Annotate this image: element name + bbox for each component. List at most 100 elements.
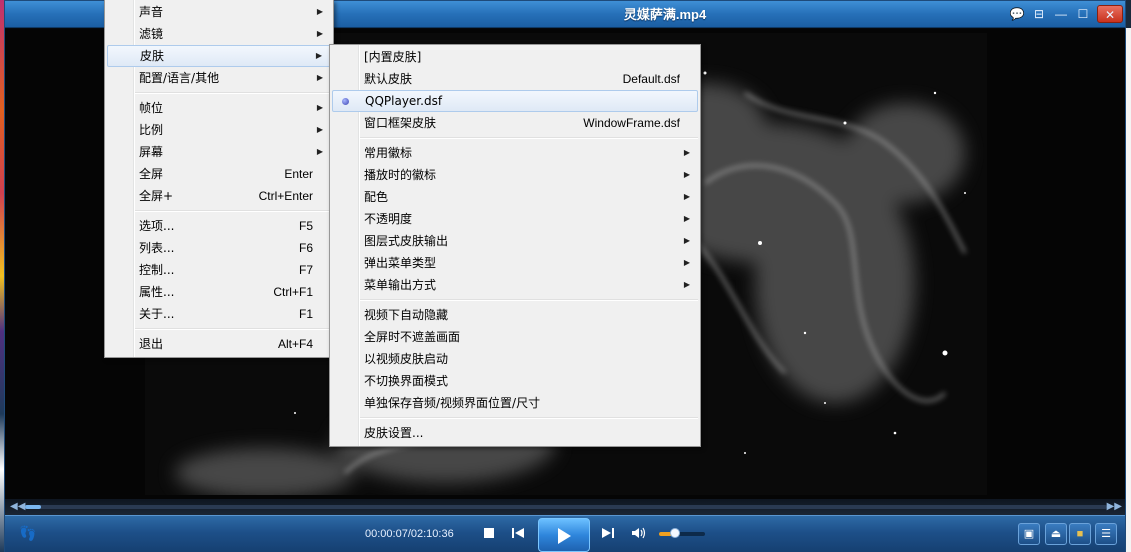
menu-separator [135, 328, 331, 330]
main-menu-item[interactable]: 皮肤 ▶ [107, 45, 331, 67]
menu-item-label: 图层式皮肤输出 [364, 234, 449, 248]
menu-item-label: 屏幕 [139, 145, 164, 159]
playlist-icon[interactable]: ☰ [1095, 523, 1117, 545]
skin-menu-item[interactable]: 弹出菜单类型 ▶ [332, 252, 698, 274]
menu-item-shortcut: F6 [298, 241, 313, 255]
seek-bar[interactable]: ◀◀ ▶▶ [5, 499, 1125, 515]
submenu-arrow-icon: ▶ [683, 170, 690, 179]
skin-menu-item[interactable]: 播放时的徽标 ▶ [332, 164, 698, 186]
skin-submenu: [内置皮肤] 默认皮肤 Default.dsf QQPlayer.dsf 窗口框架皮肤 W… [329, 44, 701, 447]
play-button[interactable] [538, 518, 590, 552]
menu-item-label: 弹出菜单类型 [364, 256, 437, 270]
color-settings-icon[interactable]: ■ [1069, 523, 1091, 545]
skin-menu-item[interactable]: 皮肤设置... [332, 422, 698, 444]
menu-item-label: 声音 [139, 5, 164, 19]
menu-separator [135, 210, 331, 212]
main-menu-item[interactable]: 关于... F1 [107, 303, 331, 325]
menu-item-label: 视频下自动隐藏 [364, 308, 449, 322]
skin-menu-item[interactable]: 单独保存音频/视频界面位置/尺寸 [332, 392, 698, 414]
compact-mode-icon[interactable]: ⊟ [1029, 5, 1049, 23]
screenshot-icon[interactable]: ▣ [1018, 523, 1040, 545]
seek-back-icon[interactable]: ◀◀ [10, 500, 25, 514]
seek-forward-icon[interactable]: ▶▶ [1107, 500, 1122, 514]
menu-item-shortcut: F1 [298, 307, 313, 321]
menu-separator [360, 137, 698, 139]
submenu-arrow-icon: ▶ [316, 73, 323, 82]
eject-icon[interactable]: ⏏ [1045, 523, 1067, 545]
main-menu-item[interactable]: 属性... Ctrl+F1 [107, 281, 331, 303]
menu-item-label: 单独保存音频/视频界面位置/尺寸 [364, 396, 541, 410]
main-menu-item[interactable]: 选项... F5 [107, 215, 331, 237]
volume-slider[interactable] [659, 528, 705, 538]
main-menu-item[interactable]: 比例 ▶ [107, 119, 331, 141]
stop-icon[interactable] [483, 527, 495, 542]
main-menu-item[interactable]: 全屏 Enter [107, 163, 331, 185]
submenu-arrow-icon: ▶ [683, 214, 690, 223]
main-menu-item[interactable]: 全屏+ Ctrl+Enter [107, 185, 331, 207]
chat-icon[interactable]: 💬 [1007, 5, 1027, 23]
skin-menu-item[interactable]: 以视频皮肤启动 [332, 348, 698, 370]
menu-item-label: 选项... [139, 219, 175, 233]
menu-item-shortcut: F7 [298, 263, 313, 277]
menu-item-label: 关于... [139, 307, 175, 321]
skin-menu-item[interactable]: [内置皮肤] [332, 46, 698, 68]
radio-selected-icon [342, 98, 349, 105]
menu-item-label: 配色 [364, 190, 389, 204]
skin-menu-item[interactable]: 视频下自动隐藏 [332, 304, 698, 326]
main-menu-item[interactable]: 帧位 ▶ [107, 97, 331, 119]
main-menu-item[interactable]: 控制... F7 [107, 259, 331, 281]
menu-item-label: 以视频皮肤启动 [364, 352, 449, 366]
main-menu-item[interactable]: 退出 Alt+F4 [107, 333, 331, 355]
menu-item-label: 控制... [139, 263, 175, 277]
submenu-arrow-icon: ▶ [683, 192, 690, 201]
skin-menu-item[interactable]: 图层式皮肤输出 ▶ [332, 230, 698, 252]
menu-item-label: 不透明度 [364, 212, 413, 226]
menu-item-label: 播放时的徽标 [364, 168, 437, 182]
menu-item-label: 帧位 [139, 101, 164, 115]
menu-item-label: 属性... [139, 285, 175, 299]
skin-menu-item[interactable]: QQPlayer.dsf [332, 90, 698, 112]
menu-item-label: 窗口框架皮肤 [364, 116, 437, 130]
skin-menu-item[interactable]: 常用徽标 ▶ [332, 142, 698, 164]
main-menu-item[interactable]: 列表... F6 [107, 237, 331, 259]
main-menu-item[interactable]: 滤镜 ▶ [107, 23, 331, 45]
menu-item-label: 全屏+ [139, 189, 174, 203]
menu-item-label: 默认皮肤 [364, 72, 413, 86]
close-icon[interactable]: ✕ [1097, 5, 1123, 23]
menu-item-shortcut: WindowFrame.dsf [583, 116, 680, 130]
play-icon [558, 528, 571, 544]
volume-icon[interactable] [631, 527, 647, 542]
menu-item-shortcut: Default.dsf [622, 72, 680, 86]
main-menu-item[interactable]: 声音 ▶ [107, 1, 331, 23]
skin-menu-item[interactable]: 配色 ▶ [332, 186, 698, 208]
skin-menu-item[interactable]: 不切换界面模式 [332, 370, 698, 392]
menu-item-label: 全屏 [139, 167, 164, 181]
menu-item-label: 全屏时不遮盖画面 [364, 330, 461, 344]
previous-icon[interactable] [511, 527, 525, 542]
submenu-arrow-icon: ▶ [683, 236, 690, 245]
skin-menu-item[interactable]: 默认皮肤 Default.dsf [332, 68, 698, 90]
skin-menu-item[interactable]: 不透明度 ▶ [332, 208, 698, 230]
menu-separator [360, 299, 698, 301]
submenu-arrow-icon: ▶ [683, 148, 690, 157]
main-menu-item[interactable]: 配置/语言/其他 ▶ [107, 67, 331, 89]
seek-track[interactable] [25, 505, 1107, 509]
footprint-icon[interactable]: 👣 [19, 525, 36, 542]
next-icon[interactable] [601, 527, 615, 542]
skin-menu-item[interactable]: 菜单输出方式 ▶ [332, 274, 698, 296]
menu-item-label: 列表... [139, 241, 175, 255]
skin-menu-item[interactable]: 窗口框架皮肤 WindowFrame.dsf [332, 112, 698, 134]
main-menu-item[interactable]: 屏幕 ▶ [107, 141, 331, 163]
skin-menu-item[interactable]: 全屏时不遮盖画面 [332, 326, 698, 348]
submenu-arrow-icon: ▶ [316, 125, 323, 134]
minimize-icon[interactable]: — [1051, 5, 1071, 23]
volume-knob[interactable] [670, 528, 681, 538]
submenu-arrow-icon: ▶ [683, 258, 690, 267]
maximize-icon[interactable]: ☐ [1073, 5, 1093, 23]
time-display: 00:00:07/02:10:36 [365, 528, 454, 540]
submenu-arrow-icon: ▶ [315, 51, 322, 60]
menu-separator [360, 417, 698, 419]
menu-item-shortcut: Alt+F4 [277, 337, 313, 351]
menu-item-label: 比例 [139, 123, 164, 137]
control-bar: 👣 00:00:07/02:10:36 ▣ ⏏ ■ ☰ [5, 515, 1125, 552]
